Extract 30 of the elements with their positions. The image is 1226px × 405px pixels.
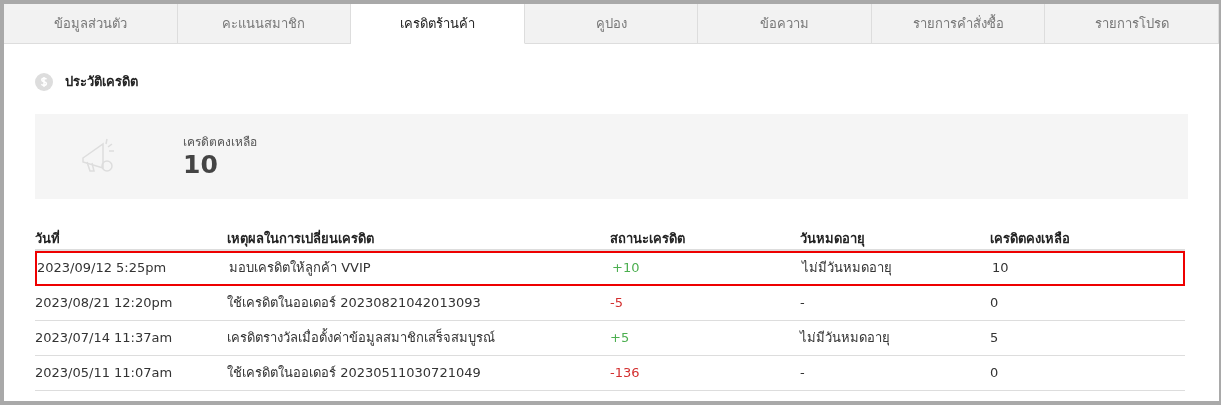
dollar-coin-icon (35, 72, 53, 91)
date-cell-text: 2023/05/11 11:07am (35, 363, 174, 382)
reason-cell-text: ใช้เครดิตในออเดอร์ 20230821042013093 (227, 293, 482, 312)
expiry-cell-text: - (800, 363, 806, 382)
column-header: วันที่ (35, 228, 61, 248)
date-cell-text: 2023/08/21 12:20pm (35, 293, 174, 312)
balance-cell-text: 5 (990, 328, 1000, 347)
date-cell-text: 2023/07/14 11:37am (35, 328, 174, 347)
reason-cell-text: ใช้เครดิตในออเดอร์ 20230511030721049 (227, 363, 482, 382)
balance-cell-text: 0 (990, 293, 1000, 312)
column-header: วันหมดอายุ (800, 229, 866, 249)
reason-cell-text: เครดิตรางวัลเมื่อตั้งค่าข้อมูลสมาชิกเสร็จสมบูรณ์ (227, 327, 496, 348)
reason-cell-text: มอบเครดิตให้ลูกค้า VVIP (229, 259, 372, 278)
expiry-cell-text: - (800, 293, 806, 312)
balance-cell-text: 0 (990, 363, 1000, 382)
date-cell-text: 2023/09/12 5:25pm (37, 259, 168, 278)
balance-value: 10 (183, 151, 219, 179)
column-header: เหตุผลในการเปลี่ยนเครดิต (227, 228, 375, 249)
expiry-cell-text: ไม่มีวันหมดอายุ (800, 328, 891, 348)
section-title: ประวัติเครดิต (65, 73, 138, 91)
expiry-cell-text: ไม่มีวันหมดอายุ (802, 259, 893, 278)
balance-cell-text: 10 (992, 259, 1010, 278)
credit-change-cell-text: -5 (610, 293, 624, 312)
tab[interactable]: เครดิตร้านค้า (351, 4, 525, 44)
credit-change-cell-text: +10 (612, 259, 641, 278)
credit-change-cell-text: -136 (610, 363, 641, 382)
credit-change-cell-text: +5 (610, 328, 631, 347)
balance-label: เครดิตคงเหลือ (183, 134, 257, 152)
column-header: เครดิตคงเหลือ (990, 229, 1071, 248)
column-header: สถานะเครดิต (610, 229, 686, 248)
